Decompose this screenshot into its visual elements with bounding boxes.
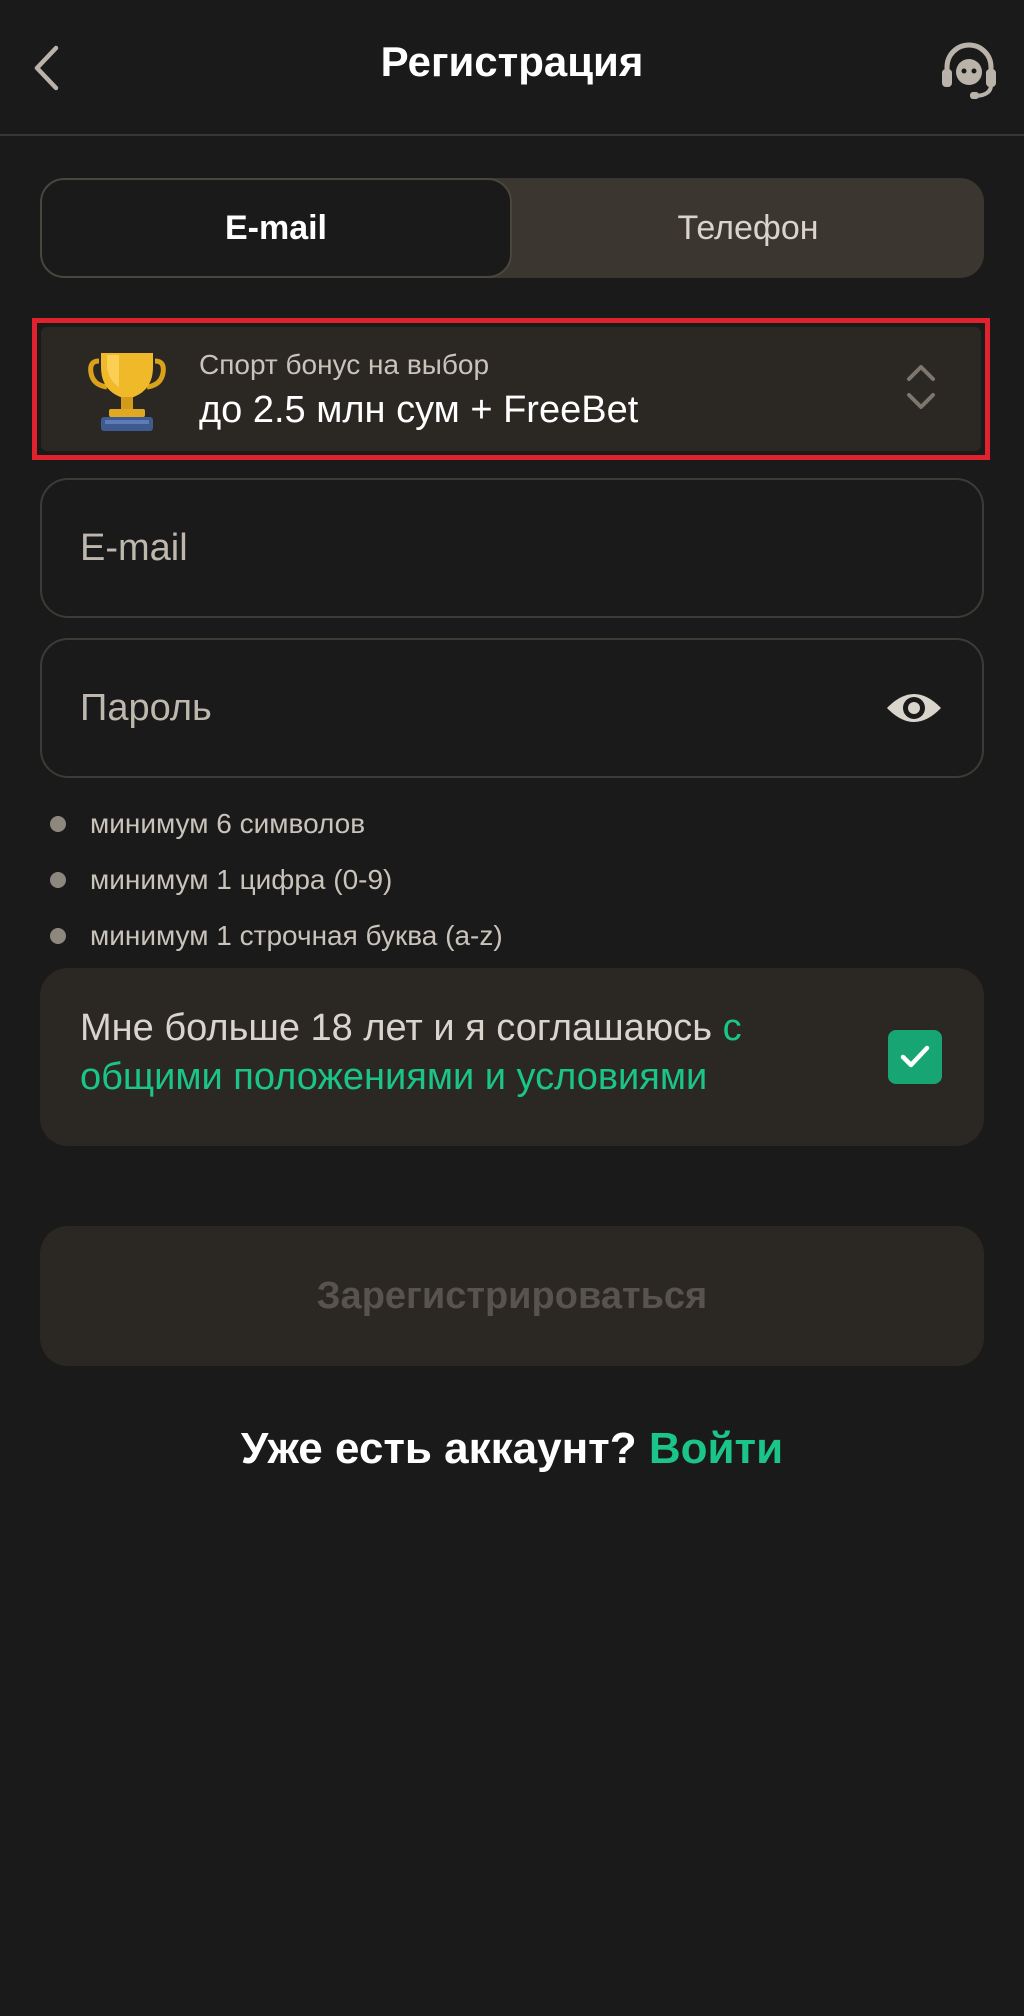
bonus-selector[interactable]: Спорт бонус на выбор до 2.5 млн сум + Fr… xyxy=(41,327,981,451)
login-prompt: Уже есть аккаунт? Войти xyxy=(0,1424,1024,1474)
eye-icon xyxy=(887,694,941,722)
consent-checkbox[interactable] xyxy=(888,1030,942,1084)
consent-text: Мне больше 18 лет и я соглашаюсь с общим… xyxy=(80,1004,840,1102)
login-prompt-text: Уже есть аккаунт? xyxy=(240,1424,649,1473)
email-field[interactable] xyxy=(40,478,984,618)
password-rule: минимум 6 символов xyxy=(50,796,503,852)
tab-email[interactable]: E-mail xyxy=(40,178,512,278)
password-visibility-toggle[interactable] xyxy=(884,680,944,736)
bullet-icon xyxy=(50,816,66,832)
password-field[interactable] xyxy=(40,638,984,778)
password-rule-text: минимум 1 цифра (0-9) xyxy=(90,864,393,895)
register-button[interactable]: Зарегистрироваться xyxy=(40,1226,984,1366)
registration-method-tabs: E-mail Телефон xyxy=(40,178,984,278)
trophy-icon xyxy=(88,353,166,431)
password-rule-text: минимум 6 символов xyxy=(90,808,366,839)
password-input[interactable] xyxy=(80,640,860,776)
bullet-icon xyxy=(50,872,66,888)
password-rules-list: минимум 6 символов минимум 1 цифра (0-9)… xyxy=(50,796,503,964)
bullet-icon xyxy=(50,928,66,944)
support-button[interactable] xyxy=(928,30,1010,110)
email-input[interactable] xyxy=(80,480,860,616)
bonus-selector-highlight: Спорт бонус на выбор до 2.5 млн сум + Fr… xyxy=(32,318,990,460)
password-rule: минимум 1 цифра (0-9) xyxy=(50,852,503,908)
tab-phone[interactable]: Телефон xyxy=(512,178,984,278)
page-title: Регистрация xyxy=(380,38,644,85)
header-bar: Регистрация xyxy=(0,0,1024,136)
consent-panel: Мне больше 18 лет и я соглашаюсь с общим… xyxy=(40,968,984,1146)
password-rule: минимум 1 строчная буква (a-z) xyxy=(50,908,503,964)
login-link[interactable]: Войти xyxy=(649,1424,783,1473)
headset-icon xyxy=(942,42,996,99)
checkmark-icon xyxy=(900,1045,930,1068)
password-rule-text: минимум 1 строчная буква (a-z) xyxy=(90,920,503,951)
bonus-value: до 2.5 млн сум + FreeBet xyxy=(199,389,639,431)
consent-label: Мне больше 18 лет и я соглашаюсь xyxy=(80,1007,723,1049)
bonus-caption: Спорт бонус на выбор xyxy=(199,349,490,380)
chevron-up-down-icon xyxy=(907,365,935,409)
